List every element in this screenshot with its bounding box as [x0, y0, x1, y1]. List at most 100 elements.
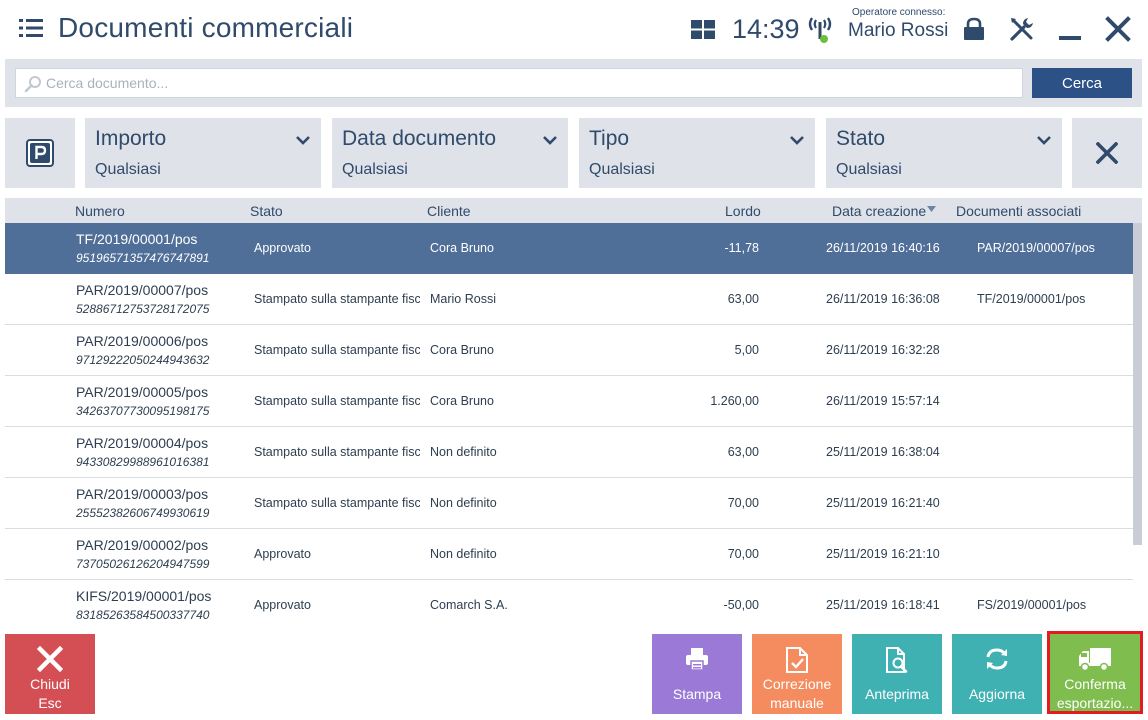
correction-label: Correzione	[762, 676, 832, 692]
cell-cliente: Mario Rossi	[430, 292, 496, 306]
clear-filters-button[interactable]	[1072, 118, 1142, 188]
print-button-label: Stampa	[672, 686, 722, 702]
close-icon	[1096, 142, 1118, 164]
filter-importo[interactable]: Importo Qualsiasi	[85, 118, 321, 188]
cell-cliente: Non definito	[430, 496, 497, 510]
filter-value: Qualsiasi	[589, 161, 655, 178]
confirm-export-button-face[interactable]: Conferma esportazio...	[1050, 634, 1140, 711]
cell-codice: 34263707730095198175	[76, 404, 210, 418]
column-header-lordo[interactable]: Lordo	[725, 203, 761, 219]
filter-stato[interactable]: Stato Qualsiasi	[826, 118, 1062, 188]
cell-stato: Stampato sulla stampante fisca	[254, 292, 420, 306]
cell-stato: Stampato sulla stampante fisca	[254, 343, 420, 357]
cell-cliente: Cora Bruno	[430, 241, 494, 255]
table-row[interactable]: KIFS/2019/00001/pos 83185263584500337740…	[5, 580, 1133, 627]
cell-lordo: 63,00	[727, 445, 759, 459]
app-header: Documenti commerciali 14:39 Operatore co…	[0, 0, 1148, 60]
cell-data-creazione: 26/11/2019 16:36:08	[826, 292, 940, 306]
cell-lordo: -50,00	[723, 598, 759, 612]
lock-icon[interactable]	[962, 17, 986, 41]
search-icon	[24, 76, 41, 93]
cell-numero: PAR/2019/00006/pos	[76, 333, 209, 349]
parking-icon	[26, 139, 54, 167]
cell-codice: 52886712753728172075	[76, 302, 210, 316]
table-row[interactable]: PAR/2019/00002/pos 73705026126204947599 …	[5, 529, 1133, 580]
filter-value: Qualsiasi	[836, 161, 902, 178]
cell-stato: Approvato	[254, 547, 311, 561]
cell-numero: PAR/2019/00003/pos	[76, 486, 209, 502]
cell-data-creazione: 26/11/2019 16:40:16	[826, 241, 940, 255]
connection-status-icon	[808, 17, 832, 43]
cell-numero: PAR/2019/00005/pos	[76, 384, 209, 400]
tiles-icon[interactable]	[691, 20, 715, 39]
search-field[interactable]	[15, 68, 1023, 98]
confirm-export-button[interactable]: Conferma esportazio...	[1047, 631, 1143, 714]
table-row[interactable]: PAR/2019/00004/pos 94330829988961016381 …	[5, 427, 1133, 478]
parked-documents-button[interactable]	[5, 118, 75, 188]
clock: 14:39	[732, 14, 800, 44]
table-row[interactable]: PAR/2019/00005/pos 34263707730095198175 …	[5, 376, 1133, 427]
filter-label: Importo	[95, 127, 167, 150]
close-button[interactable]: Chiudi Esc	[5, 634, 95, 714]
cell-lordo: -11,78	[724, 241, 759, 255]
cell-codice: 94330829988961016381	[76, 455, 210, 469]
refresh-button-label: Aggiorna	[968, 686, 1026, 702]
table-row[interactable]: PAR/2019/00007/pos 52886712753728172075 …	[5, 274, 1133, 325]
table-row[interactable]: PAR/2019/00003/pos 25552382606749930619 …	[5, 478, 1133, 529]
cell-codice: 25552382606749930619	[76, 506, 210, 520]
cell-lordo: 70,00	[727, 547, 759, 561]
menu-icon[interactable]	[19, 18, 43, 38]
manual-correction-button[interactable]: Correzione manuale	[752, 634, 842, 714]
cell-data-creazione: 25/11/2019 16:38:04	[826, 445, 940, 459]
filter-tipo[interactable]: Tipo Qualsiasi	[579, 118, 815, 188]
cell-codice: 97129222050244943632	[76, 353, 210, 367]
close-app-icon[interactable]	[1105, 16, 1131, 42]
filter-data-documento[interactable]: Data documento Qualsiasi	[332, 118, 568, 188]
cell-data-creazione: 25/11/2019 16:21:40	[826, 496, 940, 510]
cell-documenti-associati: TF/2019/00001/pos	[977, 292, 1086, 306]
chevron-down-icon	[790, 136, 804, 145]
chevron-down-icon	[543, 136, 557, 145]
cell-cliente: Non definito	[430, 445, 497, 459]
preview-button[interactable]: Anteprima	[852, 634, 942, 714]
cell-stato: Approvato	[254, 598, 311, 612]
column-header-data-creazione[interactable]: Data creazione	[832, 203, 926, 219]
cell-stato: Stampato sulla stampante fisca	[254, 445, 420, 459]
column-header-numero[interactable]: Numero	[75, 203, 125, 219]
filter-label: Data documento	[342, 127, 497, 150]
refresh-button[interactable]: Aggiorna	[952, 634, 1042, 714]
table-row[interactable]: PAR/2019/00006/pos 97129222050244943632 …	[5, 325, 1133, 376]
search-input[interactable]	[46, 69, 1016, 97]
page-title: Documenti commerciali	[58, 12, 354, 43]
documents-table: TF/2019/00001/pos 95196571357476747891 A…	[5, 223, 1133, 627]
cell-lordo: 1.260,00	[710, 394, 759, 408]
minimize-icon[interactable]	[1058, 16, 1082, 42]
operator-name: Mario Rossi	[848, 20, 949, 41]
column-header-cliente[interactable]: Cliente	[427, 203, 471, 219]
column-header-stato[interactable]: Stato	[250, 203, 283, 219]
column-header-documenti-associati[interactable]: Documenti associati	[956, 203, 1081, 219]
cell-data-creazione: 26/11/2019 15:57:14	[826, 394, 940, 408]
cell-numero: PAR/2019/00004/pos	[76, 435, 209, 451]
print-button[interactable]: Stampa	[652, 634, 742, 714]
cell-codice: 83185263584500337740	[76, 608, 210, 622]
document-search-icon	[886, 647, 908, 673]
filter-value: Qualsiasi	[95, 161, 161, 178]
cell-cliente: Cora Bruno	[430, 343, 494, 357]
cell-lordo: 5,00	[734, 343, 759, 357]
scrollbar-thumb[interactable]	[1133, 223, 1142, 545]
preview-button-label: Anteprima	[865, 686, 929, 702]
cell-codice: 73705026126204947599	[76, 557, 210, 571]
cell-documenti-associati: FS/2019/00001/pos	[977, 598, 1087, 612]
tools-icon[interactable]	[1009, 16, 1035, 42]
cell-stato: Stampato sulla stampante fisca	[254, 394, 420, 408]
refresh-icon	[986, 648, 1008, 670]
cell-data-creazione: 25/11/2019 16:18:41	[826, 598, 940, 612]
filter-value: Qualsiasi	[342, 161, 408, 178]
sort-descending-icon	[927, 206, 936, 212]
truck-icon	[1079, 648, 1111, 672]
table-row[interactable]: TF/2019/00001/pos 95196571357476747891 A…	[5, 223, 1133, 274]
close-button-shortcut: Esc	[38, 695, 62, 711]
search-button[interactable]: Cerca	[1032, 68, 1132, 98]
cell-documenti-associati: PAR/2019/00007/pos	[977, 241, 1095, 255]
